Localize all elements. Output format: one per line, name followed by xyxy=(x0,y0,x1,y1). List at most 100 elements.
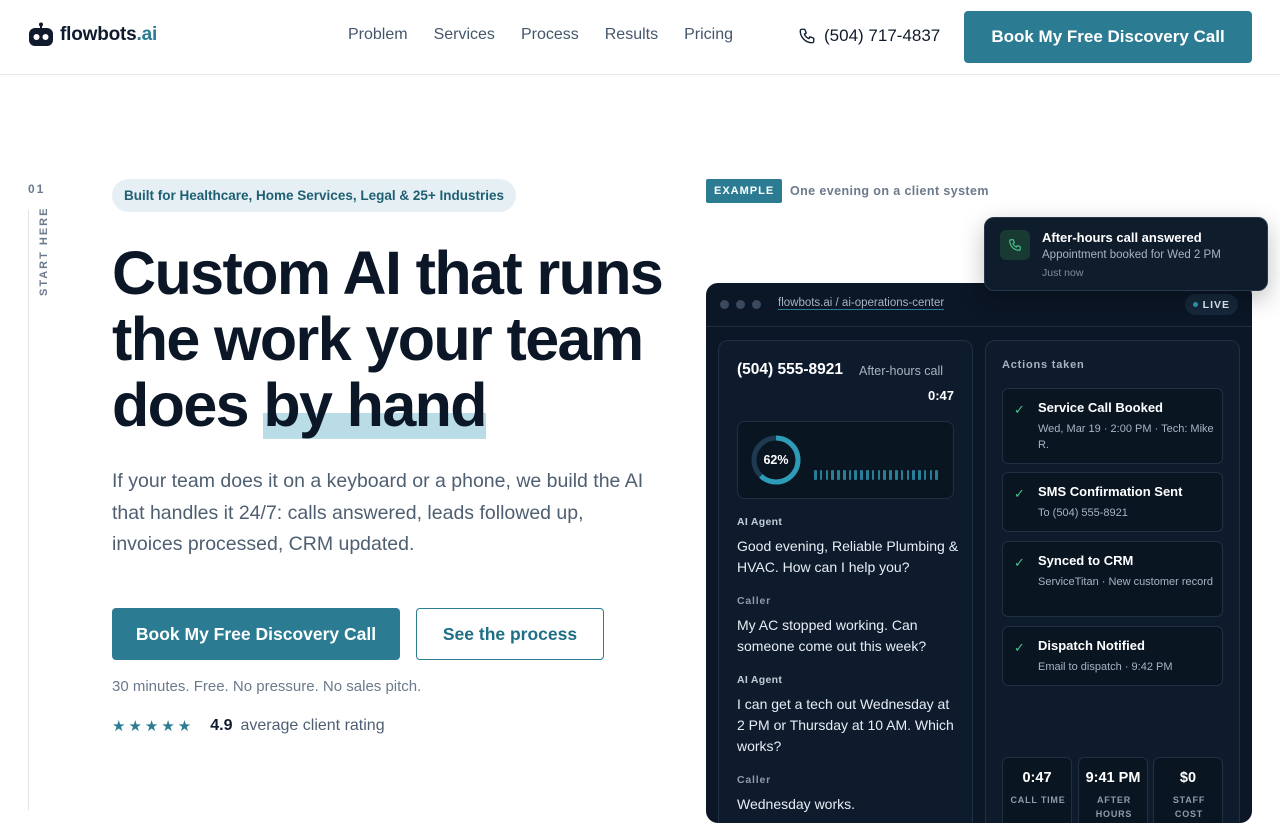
waveform-bar xyxy=(854,470,858,480)
header-discovery-call-button[interactable]: Book My Free Discovery Call xyxy=(964,11,1252,63)
waveform-bar xyxy=(929,470,933,480)
transcript-speaker: AI Agent xyxy=(737,674,783,686)
stat-label: STAFF COST xyxy=(1172,795,1206,819)
check-icon: ✓ xyxy=(1014,402,1025,417)
waveform-bar xyxy=(866,470,869,480)
window-dot-icon xyxy=(720,300,729,309)
waveform-bars xyxy=(814,470,938,480)
main-nav: Problem Services Process Results Pricing xyxy=(348,26,733,44)
waveform-bar xyxy=(906,470,910,480)
toast-time: Just now xyxy=(1042,267,1084,279)
example-tag: EXAMPLE xyxy=(706,179,783,203)
check-icon: ✓ xyxy=(1014,555,1025,570)
audio-visualizer: 62% xyxy=(737,421,954,499)
window-dot-icon xyxy=(736,300,745,309)
waveform-bar xyxy=(883,470,886,480)
stat-value: $0 xyxy=(1179,770,1197,786)
stat-value: 9:41 PM xyxy=(1085,770,1141,786)
transcript-message: I can get a tech out Wednesday at 2 PM o… xyxy=(737,696,954,754)
action-item: ✓ Dispatch Notified Email to dispatch · … xyxy=(1002,626,1223,686)
transcript-speaker: Caller xyxy=(737,774,771,786)
call-panel: (504) 555-8921 After-hours call 0:47 62%… xyxy=(718,340,973,823)
action-detail: Wed, Mar 19 · 2:00 PM · Tech: Mike R. xyxy=(1038,423,1214,451)
caller-number: (504) 555-8921 xyxy=(737,361,843,378)
waveform-bar xyxy=(923,470,927,480)
hero-headline: Custom AI that runs the work your team d… xyxy=(112,239,664,439)
transcript-speaker: AI Agent xyxy=(737,516,783,528)
waveform-bar xyxy=(894,470,898,480)
waveform-bar xyxy=(819,470,823,480)
actions-title: Actions taken xyxy=(1002,359,1085,371)
brand-name: flowbots.ai xyxy=(60,24,158,45)
nav-process[interactable]: Process xyxy=(521,26,579,44)
action-title: Synced to CRM xyxy=(1038,553,1134,568)
waveform-bar xyxy=(935,470,938,480)
waveform-bar xyxy=(814,470,817,480)
nav-results[interactable]: Results xyxy=(605,26,658,44)
section-number: 01 xyxy=(28,182,46,196)
phone-icon xyxy=(1000,230,1030,260)
phone-number: (504) 717-4837 xyxy=(824,26,941,45)
hero-subtext: If your team does it on a keyboard or a … xyxy=(112,470,644,555)
check-icon: ✓ xyxy=(1014,640,1025,655)
discovery-call-button[interactable]: Book My Free Discovery Call xyxy=(112,608,400,660)
action-item: ✓ SMS Confirmation Sent To (504) 555-892… xyxy=(1002,472,1223,532)
call-notification-toast: After-hours call answered Appointment bo… xyxy=(984,217,1268,291)
waveform-bar xyxy=(871,470,875,480)
site-header: flowbots.ai Problem Services Process Res… xyxy=(0,0,1280,75)
action-title: SMS Confirmation Sent xyxy=(1038,484,1183,499)
rail-divider xyxy=(28,210,29,810)
waveform-bar xyxy=(837,470,840,480)
robot-logo-icon xyxy=(29,22,53,46)
waveform-bar xyxy=(918,470,921,480)
action-item: ✓ Synced to CRM ServiceTitan · New custo… xyxy=(1002,541,1223,617)
brand-logo[interactable]: flowbots.ai xyxy=(28,22,157,48)
nav-services[interactable]: Services xyxy=(434,26,495,44)
transcript-speaker: Caller xyxy=(737,595,771,607)
actions-panel: Actions taken ✓ Service Call Booked Wed,… xyxy=(985,340,1240,823)
stat-after-hours: 9:41 PM AFTER HOURS xyxy=(1078,757,1148,823)
phone-icon xyxy=(799,28,815,44)
stat-staff-cost: $0 STAFF COST xyxy=(1153,757,1223,823)
headline-highlight: by hand xyxy=(263,371,488,439)
phone-link[interactable]: (504) 717-4837 xyxy=(798,26,940,46)
transcript-message: Wednesday works. xyxy=(737,796,856,812)
cta-fineprint: 30 minutes. Free. No pressure. No sales … xyxy=(112,678,422,695)
action-title: Dispatch Notified xyxy=(1038,638,1145,653)
rating-value: 4.9 xyxy=(210,717,233,734)
action-title: Service Call Booked xyxy=(1038,400,1163,415)
star-rating-icon: ★★★★★ xyxy=(112,718,195,735)
action-item: ✓ Service Call Booked Wed, Mar 19 · 2:00… xyxy=(1002,388,1223,464)
toast-title: After-hours call answered xyxy=(1042,230,1202,245)
industries-badge: Built for Healthcare, Home Services, Leg… xyxy=(112,179,517,212)
waveform-bar xyxy=(825,470,829,480)
progress-label: 62% xyxy=(763,453,789,467)
waveform-bar xyxy=(848,470,852,480)
action-detail: ServiceTitan · New customer record xyxy=(1038,576,1214,588)
example-caption: One evening on a client system xyxy=(790,184,989,198)
action-detail: To (504) 555-8921 xyxy=(1038,507,1128,519)
toast-subtitle: Appointment booked for Wed 2 PM xyxy=(1042,249,1221,261)
call-type: After-hours call xyxy=(859,364,944,378)
see-process-button[interactable]: See the process xyxy=(416,608,604,660)
stat-label: CALL TIME xyxy=(1010,795,1066,805)
waveform-bar xyxy=(842,470,846,480)
stat-label: AFTER HOURS xyxy=(1095,795,1133,819)
stat-value: 0:47 xyxy=(1022,770,1052,786)
window-url[interactable]: flowbots.ai / ai-operations-center xyxy=(778,297,944,309)
waveform-bar xyxy=(889,470,892,480)
waveform-bar xyxy=(860,470,863,480)
client-rating: ★★★★★ 4.9 average client rating xyxy=(112,717,385,735)
nav-problem[interactable]: Problem xyxy=(348,26,408,44)
window-dot-icon xyxy=(752,300,761,309)
transcript-message: Good evening, Reliable Plumbing & HVAC. … xyxy=(737,538,959,575)
action-detail: Email to dispatch · 9:42 PM xyxy=(1038,661,1173,673)
check-icon: ✓ xyxy=(1014,486,1025,501)
waveform-bar xyxy=(877,470,881,480)
section-label: START HERE xyxy=(38,206,50,296)
transcript-message: My AC stopped working. Can someone come … xyxy=(737,617,927,654)
stat-call-time: 0:47 CALL TIME xyxy=(1002,757,1072,823)
nav-pricing[interactable]: Pricing xyxy=(684,26,733,44)
live-badge: LIVE xyxy=(1184,294,1238,315)
call-duration: 0:47 xyxy=(927,388,954,403)
